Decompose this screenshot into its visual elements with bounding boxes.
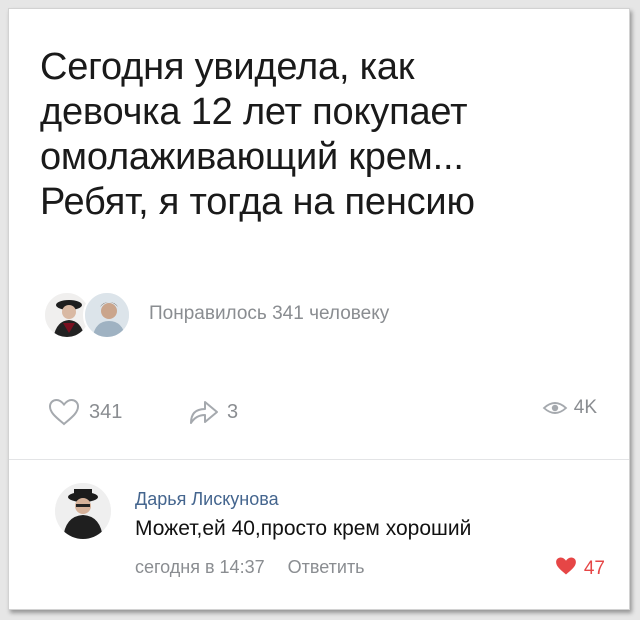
heart-filled-icon: [554, 555, 578, 583]
post-line: Сегодня увидела, как: [40, 46, 415, 88]
heart-outline-icon: [47, 397, 81, 427]
share-arrow-icon: [187, 397, 221, 427]
post-card: Сегодня увидела, как девочка 12 лет поку…: [8, 8, 630, 610]
comment-meta: сегодня в 14:37 Ответить: [135, 557, 365, 578]
share-count: 3: [227, 400, 239, 423]
comment: Дарья Лискунова Может,ей 40,просто крем …: [55, 479, 615, 589]
views-stat: 4K: [542, 397, 597, 419]
liker-avatar[interactable]: [83, 291, 131, 339]
post-line: омолаживающий крем...: [40, 136, 464, 178]
likers-row[interactable]: Понравилось 341 человеку: [43, 291, 603, 339]
post-stats: 341 3 4K: [47, 397, 607, 431]
view-count: 4K: [573, 397, 597, 418]
comment-like-button[interactable]: 47: [554, 555, 605, 583]
likers-label[interactable]: Понравилось 341 человеку: [149, 303, 389, 325]
comment-author[interactable]: Дарья Лискунова: [135, 489, 279, 510]
comment-time: сегодня в 14:37: [135, 557, 265, 577]
reply-button[interactable]: Ответить: [288, 557, 365, 577]
eye-icon: [542, 398, 568, 418]
comment-text: Может,ей 40,просто крем хороший: [135, 517, 472, 540]
avatar[interactable]: [55, 483, 111, 539]
post-line: девочка 12 лет покупает: [40, 91, 468, 133]
like-count: 341: [89, 400, 123, 423]
like-button[interactable]: 341: [47, 397, 122, 427]
share-button[interactable]: 3: [187, 397, 238, 427]
post-text: Сегодня увидела, как девочка 12 лет поку…: [40, 45, 620, 225]
comment-like-count: 47: [583, 558, 605, 579]
divider: [9, 459, 629, 460]
post-line: Ребят, я тогда на пенсию: [40, 181, 475, 223]
